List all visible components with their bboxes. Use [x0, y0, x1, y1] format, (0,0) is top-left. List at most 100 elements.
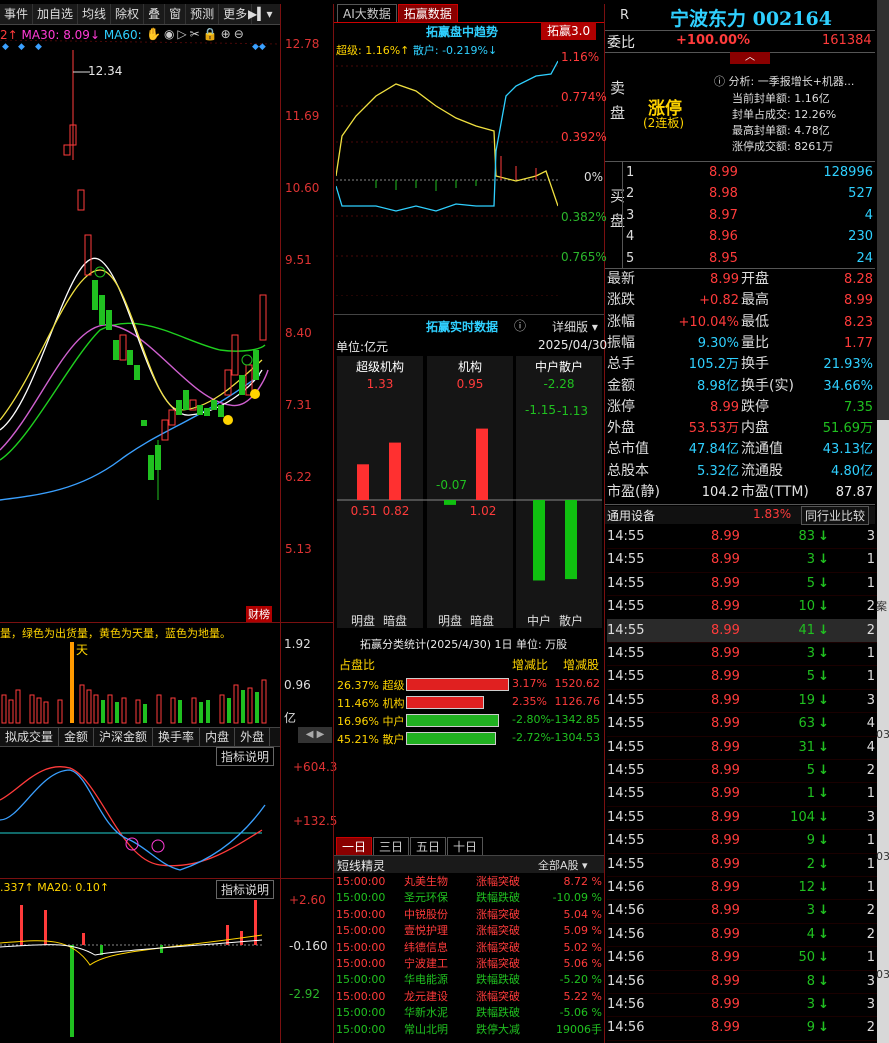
sprite-row[interactable]: 15:00:00 壹悦护理 涨幅突破 5.09 % — [334, 923, 604, 939]
industry-compare-button[interactable]: 同行业比较 — [801, 506, 870, 525]
sprite-row[interactable]: 15:00:00 宁波建工 涨幅突破 5.06 % — [334, 956, 604, 972]
period-tab-0[interactable]: 一日 — [336, 837, 373, 856]
tick-count: 3 — [866, 809, 875, 825]
toolbar-extra-icons[interactable]: ▶▍▾ — [248, 4, 280, 24]
bid-price: 8.96 — [709, 229, 738, 245]
toolbar-item-4[interactable]: 叠 — [144, 4, 166, 24]
sprite-row[interactable]: 15:00:00 中锐股份 涨幅突破 5.04 % — [334, 907, 604, 923]
sprite-row[interactable]: 15:00:00 华电能源 跌幅跌破 -5.20 % — [334, 972, 604, 988]
tick-volume: 4 — [806, 926, 815, 942]
toolbar-item-2[interactable]: 均线 — [78, 4, 112, 24]
tick-row[interactable]: 14:55 8.99 41 ↓ 2 — [607, 618, 877, 643]
tick-row[interactable]: 14:55 8.99 19 ↓ 3 — [607, 689, 877, 714]
stat-row: 总市值 47.84亿 流通值 43.13亿 — [607, 439, 877, 460]
sprite-row[interactable]: 15:00:00 丸美生物 涨幅突破 8.72 % — [334, 874, 604, 890]
sprite-row[interactable]: 15:00:00 龙元建设 涨幅突破 5.22 % — [334, 989, 604, 1005]
tick-row[interactable]: 14:55 8.99 63 ↓ 4 — [607, 712, 877, 737]
bid-row[interactable]: 1 8.99 128996 — [607, 162, 877, 183]
tick-row[interactable]: 14:55 8.99 5 ↓ 1 — [607, 572, 877, 597]
indicator-tab-0[interactable]: 拟成交量 — [0, 728, 60, 746]
bid-level: 1 — [626, 165, 635, 180]
ind2-axis-mid: -0.160 — [289, 939, 328, 953]
tick-row[interactable]: 14:55 8.99 1 ↓ 1 — [607, 782, 877, 807]
tick-row[interactable]: 14:56 8.99 50 ↓ 1 — [607, 946, 877, 971]
sprite-row[interactable]: 15:00:00 圣元环保 跌幅跌破 -10.09 % — [334, 890, 604, 906]
info-icon[interactable]: ⓘ — [514, 317, 526, 334]
tick-row[interactable]: 14:55 8.99 5 ↓ 1 — [607, 665, 877, 690]
down-arrow-icon: ↓ — [818, 809, 829, 825]
tick-row[interactable]: 14:55 8.99 3 ↓ 1 — [607, 548, 877, 573]
detail-version-button[interactable]: 详细版 ▾ — [552, 318, 598, 335]
tick-row[interactable]: 14:56 8.99 4 ↓ 2 — [607, 923, 877, 948]
indicator-tab-5[interactable]: 外盘 — [235, 728, 271, 746]
period-tab-1[interactable]: 三日 — [373, 837, 410, 856]
tick-row[interactable]: 14:55 8.99 9 ↓ 1 — [607, 829, 877, 854]
classify-pct: 11.46% 机构 — [337, 697, 405, 710]
tick-row[interactable]: 14:56 8.99 3 ↓ 2 — [607, 899, 877, 924]
chart-tool-icons[interactable]: ✋◉▷✂🔒⊕⊖ — [146, 27, 247, 41]
indicator-scroll-buttons[interactable]: ◀ ▶ — [298, 727, 332, 743]
classify-pct: 16.96% 中户 — [337, 715, 405, 728]
sprite-filter-dropdown[interactable]: 全部A股 ▾ — [538, 857, 588, 873]
tab-ai-data[interactable]: AI大数据 — [337, 4, 397, 23]
tick-row[interactable]: 14:55 8.99 5 ↓ 2 — [607, 759, 877, 784]
tick-row[interactable]: 14:55 8.99 83 ↓ 3 — [607, 525, 877, 550]
sprite-type: 涨幅突破 — [476, 940, 520, 954]
tick-row[interactable]: 14:56 8.99 8 ↓ 3 — [607, 970, 877, 994]
indicator-tab-1[interactable]: 金额 — [59, 728, 95, 746]
seal-info-line: 涨停成交额: 8261万 — [732, 140, 834, 153]
tick-count: 2 — [866, 903, 875, 919]
tick-row[interactable]: 14:55 8.99 10 ↓ 2 — [607, 595, 877, 620]
indicator-tab-3[interactable]: 换手率 — [153, 728, 201, 746]
tick-row[interactable]: 14:55 8.99 3 ↓ 1 — [607, 642, 877, 667]
bid-row[interactable]: 4 8.96 230 — [607, 226, 877, 247]
tick-row[interactable]: 14:55 8.99 104 ↓ 3 — [607, 806, 877, 831]
toolbar-item-6[interactable]: 预测 — [186, 4, 220, 24]
bid-row[interactable]: 5 8.95 24 — [607, 248, 877, 269]
bid-row[interactable]: 2 8.98 527 — [607, 183, 877, 204]
toolbar-item-5[interactable]: 窗 — [165, 4, 187, 24]
fund-bar-2 — [444, 500, 456, 505]
down-arrow-icon: ↓ — [818, 622, 829, 638]
tick-row[interactable]: 14:56 8.99 9 ↓ 2 — [607, 1016, 877, 1041]
sprite-row[interactable]: 15:00:00 华新水泥 跌幅跌破 -5.06 % — [334, 1005, 604, 1021]
tick-time: 14:55 — [607, 739, 645, 755]
sprite-type: 跌幅跌破 — [476, 973, 520, 987]
trend-badge[interactable]: 拓赢3.0 — [541, 22, 597, 40]
period-tab-3[interactable]: 十日 — [447, 837, 484, 856]
toolbar-item-3[interactable]: 除权 — [111, 4, 145, 24]
bid-level: 4 — [626, 229, 635, 245]
toolbar-item-1[interactable]: 加自选 — [33, 4, 79, 24]
seal-info-line: 最高封单额: 4.78亿 — [732, 124, 830, 137]
indicator-tab-2[interactable]: 沪深金额 — [94, 728, 154, 746]
sprite-row[interactable]: 15:00:00 常山北明 跌停大减 19006手 — [334, 1022, 604, 1038]
bid-volume: 24 — [856, 250, 873, 266]
sprite-type: 跌停大减 — [476, 1022, 520, 1036]
tick-time: 14:55 — [607, 646, 645, 661]
toolbar-item-0[interactable]: 事件 — [0, 4, 34, 24]
collapse-arrow-button[interactable]: ︿ — [730, 52, 770, 64]
tick-row[interactable]: 14:55 8.99 31 ↓ 4 — [607, 736, 877, 760]
stat-label-2: 量比 — [741, 334, 769, 351]
sprite-row[interactable]: 15:00:00 纬德信息 涨幅突破 5.02 % — [334, 940, 604, 956]
stat-label-1: 最新 — [607, 271, 635, 287]
tick-time: 14:55 — [607, 552, 645, 568]
tick-row[interactable]: 14:56 8.99 12 ↓ 1 — [607, 876, 877, 901]
stat-row: 涨幅 +10.04% 最低 8.23 — [607, 312, 877, 333]
bid-row[interactable]: 3 8.97 4 — [607, 205, 877, 226]
tab-tuoying-data[interactable]: 拓赢数据 — [397, 4, 458, 23]
badge-caibang[interactable]: 财榜 — [246, 606, 272, 622]
stat-value-2: 4.80亿 — [831, 463, 873, 479]
classify-bar — [406, 696, 484, 709]
indicator-tab-4[interactable]: 内盘 — [200, 728, 236, 746]
classify-bar — [406, 732, 496, 745]
tick-row[interactable]: 14:56 8.99 3 ↓ 3 — [607, 993, 877, 1018]
tick-time: 14:55 — [607, 786, 645, 802]
tick-volume: 3 — [806, 997, 815, 1012]
sprite-t: 15:00:00 — [336, 973, 386, 987]
period-tab-2[interactable]: 五日 — [410, 837, 447, 856]
tick-row[interactable]: 14:55 8.99 2 ↓ 1 — [607, 853, 877, 877]
tick-count: 3 — [866, 973, 875, 989]
tick-time: 14:55 — [607, 599, 645, 615]
price-tick-2: 10.60 — [285, 181, 320, 195]
